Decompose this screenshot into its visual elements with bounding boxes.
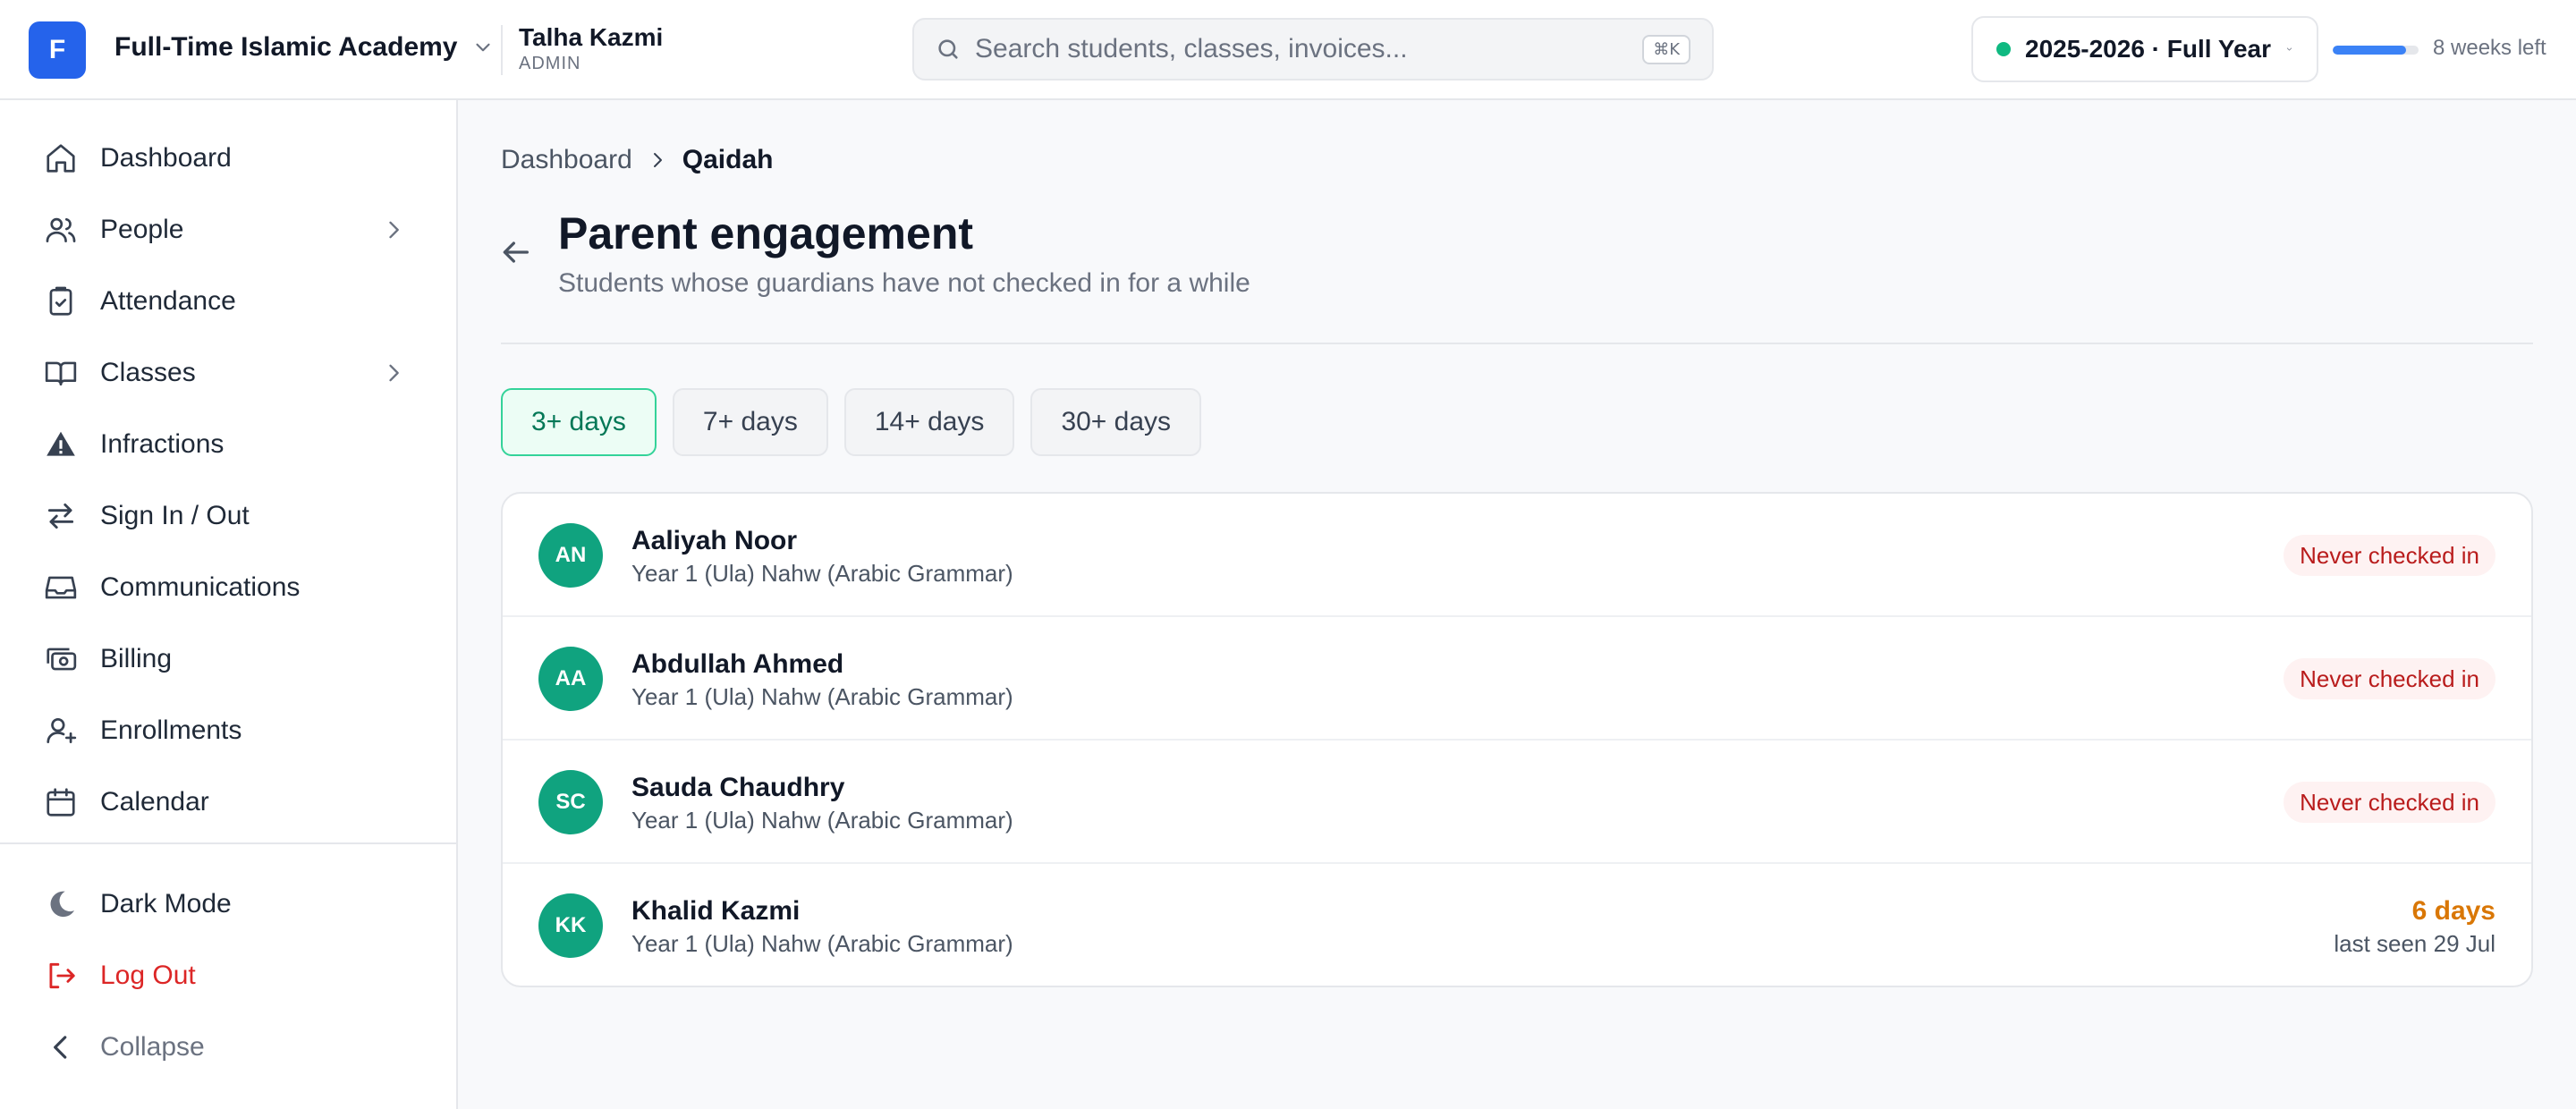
dark-mode-toggle[interactable]: Dark Mode	[0, 868, 456, 940]
sidebar-item-billing[interactable]: Billing	[0, 623, 456, 695]
sidebar-item-label: People	[100, 215, 184, 244]
last-seen-date: last seen 29 Jul	[2334, 930, 2496, 957]
moon-icon	[43, 886, 79, 922]
warning-icon	[43, 427, 79, 462]
org-name: Full-Time Islamic Academy	[114, 32, 458, 62]
cash-icon	[43, 641, 79, 677]
sidebar-item-enrollments[interactable]: Enrollments	[0, 695, 456, 766]
sidebar-item-dashboard[interactable]: Dashboard	[0, 123, 456, 194]
sidebar-item-label: Communications	[100, 572, 301, 602]
calendar-icon	[43, 784, 79, 820]
student-class: Year 1 (Ula) Nahw (Arabic Grammar)	[631, 683, 1013, 710]
sidebar-item-label: Calendar	[100, 787, 209, 817]
student-class: Year 1 (Ula) Nahw (Arabic Grammar)	[631, 807, 1013, 834]
student-class: Year 1 (Ula) Nahw (Arabic Grammar)	[631, 930, 1013, 957]
arrow-left-icon	[503, 241, 529, 263]
top-bar: F Full-Time Islamic Academy Talha Kazmi …	[0, 0, 2576, 100]
logout-label: Log Out	[100, 961, 196, 990]
sidebar-item-label: Sign In / Out	[100, 501, 250, 530]
status-dot	[1996, 42, 2011, 56]
sidebar-item-label: Infractions	[100, 429, 225, 459]
days-since-checkin: 6 days	[2411, 896, 2496, 926]
status-badge: Never checked in	[2284, 658, 2496, 699]
search-icon	[938, 39, 958, 59]
student-class: Year 1 (Ula) Nahw (Arabic Grammar)	[631, 560, 1013, 587]
logout-icon	[43, 958, 79, 994]
page-title: Parent engagement	[558, 208, 974, 258]
status-badge: Never checked in	[2284, 535, 2496, 576]
sidebar-item-attendance[interactable]: Attendance	[0, 266, 456, 337]
sidebar-item-label: Dashboard	[100, 143, 232, 173]
sidebar: Dashboard People Attendance Classes Infr…	[0, 100, 458, 1109]
arrows-swap-icon	[43, 498, 79, 534]
sidebar-item-sign-in-out[interactable]: Sign In / Out	[0, 480, 456, 552]
list-item[interactable]: AN Aaliyah Noor Year 1 (Ula) Nahw (Arabi…	[503, 494, 2531, 617]
sidebar-item-calendar[interactable]: Calendar	[0, 766, 456, 838]
clipboard-check-icon	[43, 284, 79, 319]
org-logo[interactable]: F	[29, 21, 86, 79]
filter-7-days[interactable]: 7+ days	[672, 388, 828, 456]
student-name: Khalid Kazmi	[631, 896, 801, 926]
user-plus-icon	[43, 713, 79, 749]
header-divider	[501, 25, 503, 75]
user-name[interactable]: Talha Kazmi	[519, 23, 663, 52]
sidebar-item-label: Attendance	[100, 286, 236, 316]
sidebar-item-label: Billing	[100, 644, 173, 673]
filter-30-days[interactable]: 30+ days	[1030, 388, 1202, 456]
book-open-icon	[43, 355, 79, 391]
sidebar-item-people[interactable]: People	[0, 194, 456, 266]
logout-button[interactable]: Log Out	[0, 940, 456, 1012]
sidebar-item-communications[interactable]: Communications	[0, 552, 456, 623]
weeks-left-label: 8 weeks left	[2433, 36, 2546, 60]
sidebar-item-label: Classes	[100, 358, 196, 387]
filter-3-days[interactable]: 3+ days	[501, 388, 657, 456]
list-item[interactable]: KK Khalid Kazmi Year 1 (Ula) Nahw (Arabi…	[503, 864, 2531, 986]
users-icon	[43, 212, 79, 248]
chevron-left-icon	[43, 1029, 79, 1065]
year-progress-fill	[2333, 46, 2406, 55]
chevron-right-icon	[653, 153, 662, 167]
avatar: AA	[538, 647, 603, 711]
status-badge: Never checked in	[2284, 782, 2496, 823]
avatar: KK	[538, 893, 603, 958]
student-name: Aaliyah Noor	[631, 526, 798, 555]
org-switcher[interactable]: Full-Time Islamic Academy	[114, 32, 495, 63]
sidebar-item-infractions[interactable]: Infractions	[0, 409, 456, 480]
day-filter-group: 3+ days 7+ days 14+ days 30+ days	[501, 388, 1202, 456]
sidebar-divider	[0, 842, 456, 844]
back-button[interactable]	[494, 231, 537, 274]
collapse-label: Collapse	[100, 1032, 205, 1062]
student-name: Sauda Chaudhry	[631, 773, 845, 802]
academic-year-select[interactable]: 2025-2026 · Full Year	[1971, 16, 2318, 82]
search-shortcut-hint: ⌘K	[1642, 34, 1690, 64]
list-item[interactable]: AA Abdullah Ahmed Year 1 (Ula) Nahw (Ara…	[503, 617, 2531, 741]
user-role: ADMIN	[519, 54, 581, 73]
inbox-icon	[43, 570, 79, 605]
chevron-down-icon	[2286, 47, 2292, 51]
global-search[interactable]: ⌘K	[912, 18, 1714, 80]
avatar: AN	[538, 523, 603, 588]
student-name: Abdullah Ahmed	[631, 649, 844, 679]
header-divider	[501, 343, 2533, 344]
filter-14-days[interactable]: 14+ days	[843, 388, 1015, 456]
breadcrumb-link-dashboard[interactable]: Dashboard	[501, 145, 632, 175]
year-progress-bar	[2333, 46, 2419, 55]
breadcrumb-current: Qaidah	[682, 145, 774, 174]
student-list: AN Aaliyah Noor Year 1 (Ula) Nahw (Arabi…	[501, 492, 2533, 987]
sidebar-item-classes[interactable]: Classes	[0, 337, 456, 409]
chevron-right-icon	[389, 364, 399, 382]
chevron-right-icon	[389, 221, 399, 239]
academic-year-label: 2025-2026 · Full Year	[2025, 35, 2271, 63]
search-input[interactable]	[975, 34, 1629, 64]
list-item[interactable]: SC Sauda Chaudhry Year 1 (Ula) Nahw (Ara…	[503, 741, 2531, 864]
page-subtitle: Students whose guardians have not checke…	[558, 268, 1250, 298]
avatar: SC	[538, 770, 603, 834]
home-icon	[43, 140, 79, 176]
chevron-down-icon	[476, 43, 491, 52]
sidebar-item-label: Enrollments	[100, 715, 242, 745]
collapse-sidebar-button[interactable]: Collapse	[0, 1012, 456, 1083]
dark-mode-label: Dark Mode	[100, 889, 232, 919]
breadcrumb: Dashboard Qaidah	[501, 145, 773, 175]
